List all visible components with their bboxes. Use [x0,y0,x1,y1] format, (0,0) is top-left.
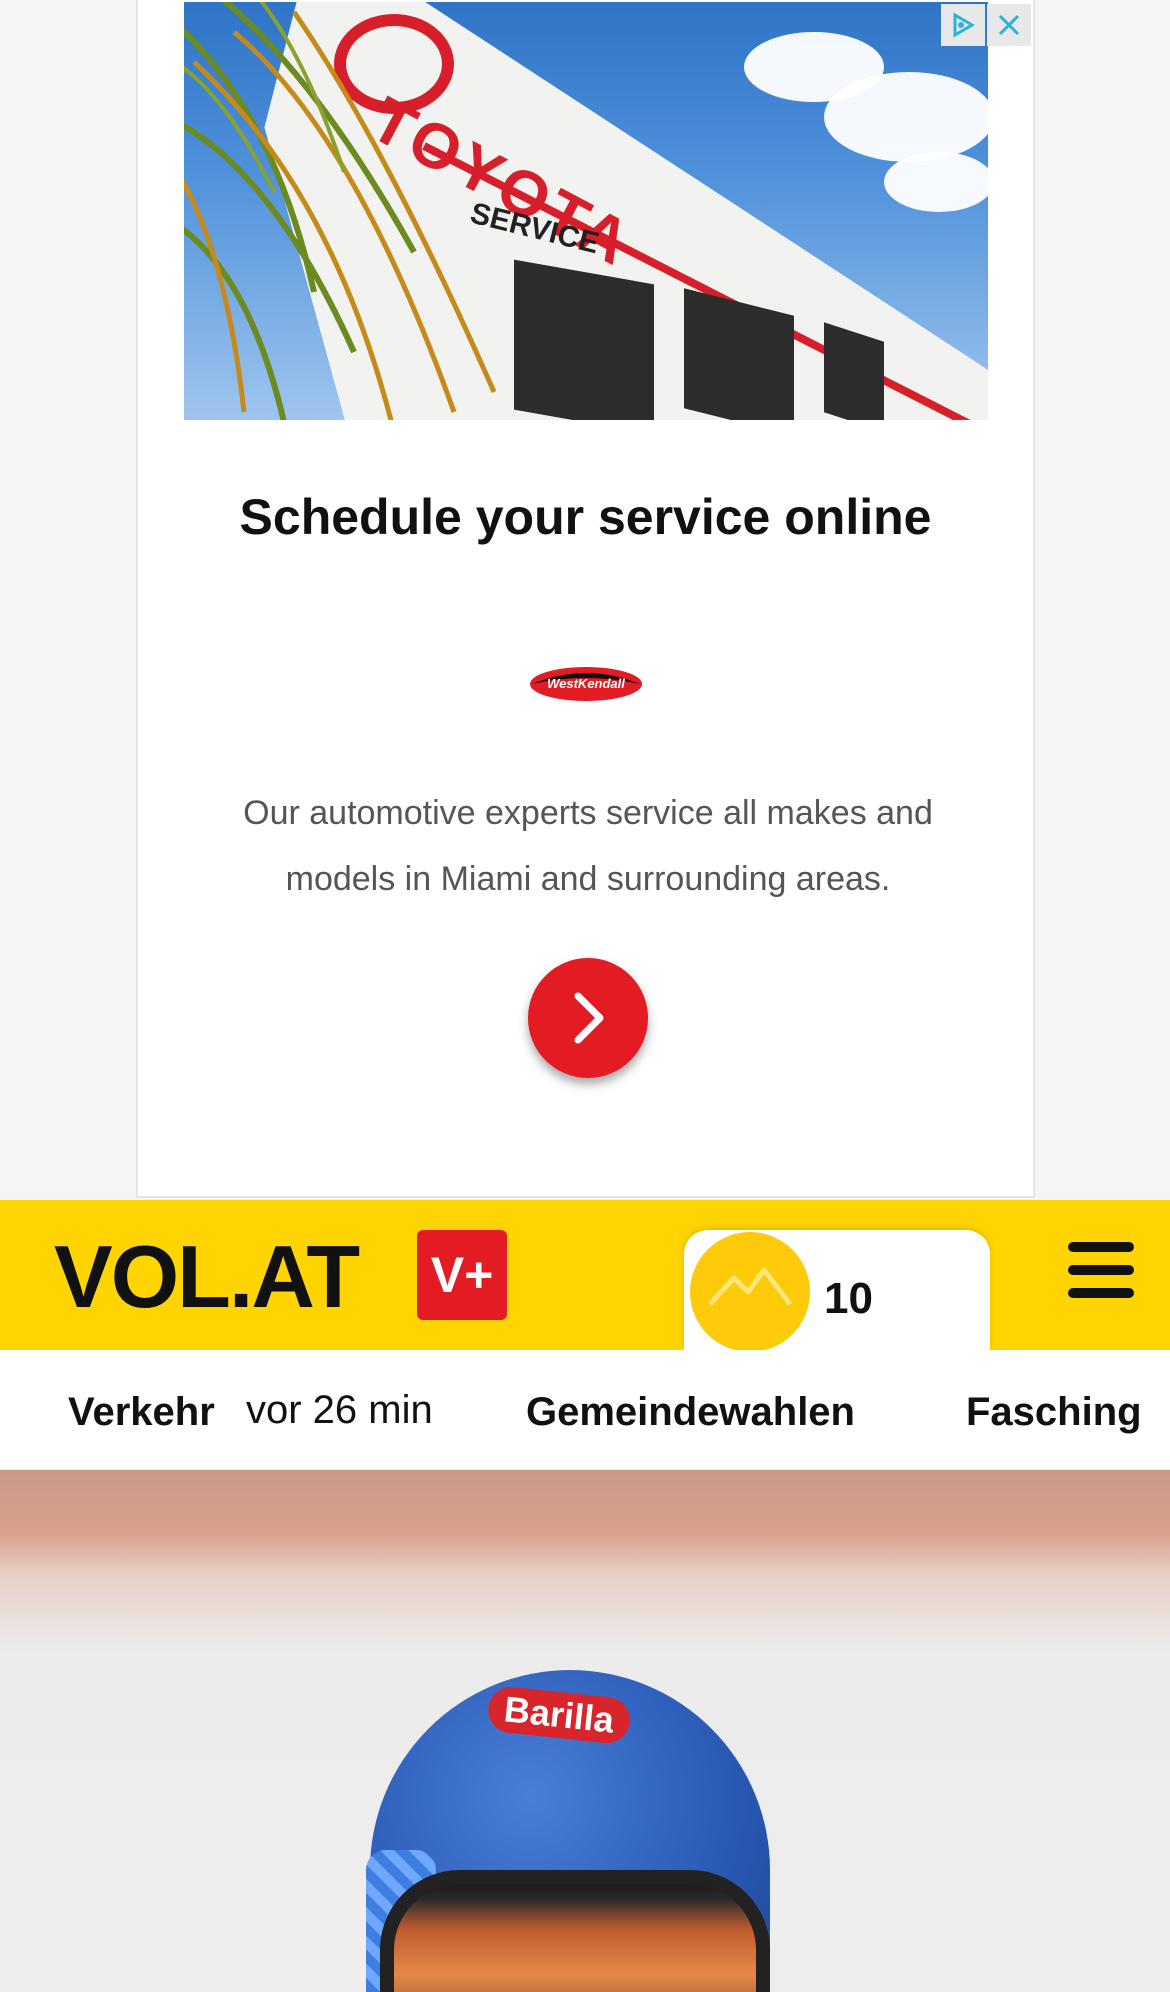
ad-headline[interactable]: Schedule your service online [138,488,1033,546]
advertisement[interactable]: TOYOTA SERVICE [136,0,1035,1198]
topic-verkehr[interactable]: Verkehr [68,1390,215,1435]
advertiser-logo[interactable]: WestKendall [528,664,644,704]
svg-text:WestKendall: WestKendall [547,676,625,691]
topic-fasching[interactable]: Fasching [966,1390,1142,1435]
goggles-graphic [380,1870,770,1992]
close-icon[interactable] [987,4,1031,46]
topic-gemeindewahlen[interactable]: Gemeindewahlen [526,1390,855,1435]
ad-cta-button[interactable] [528,958,648,1078]
ad-badges [941,4,1031,46]
premium-badge[interactable]: V+ [417,1230,507,1320]
palm-leaves-graphic [184,2,497,420]
weather-temperature: 10 [824,1274,873,1323]
site-header: VOL.AT V+ 10 [0,1200,1170,1352]
mountain-sun-icon [690,1232,810,1352]
topic-verkehr-time: vor 26 min [246,1388,433,1432]
ad-image[interactable]: TOYOTA SERVICE [184,2,988,420]
ad-description: Our automotive experts service all makes… [243,794,933,898]
topic-bar: Verkehr vor 26 min Gemeindewahlen Faschi… [0,1350,1170,1470]
weather-widget[interactable]: 10 [684,1230,990,1352]
chevron-right-icon [574,992,604,1044]
hero-image[interactable]: Barilla [0,1470,1170,1992]
site-logo[interactable]: VOL.AT [54,1226,360,1328]
menu-icon[interactable] [1068,1242,1134,1298]
adchoices-icon[interactable] [941,4,985,46]
